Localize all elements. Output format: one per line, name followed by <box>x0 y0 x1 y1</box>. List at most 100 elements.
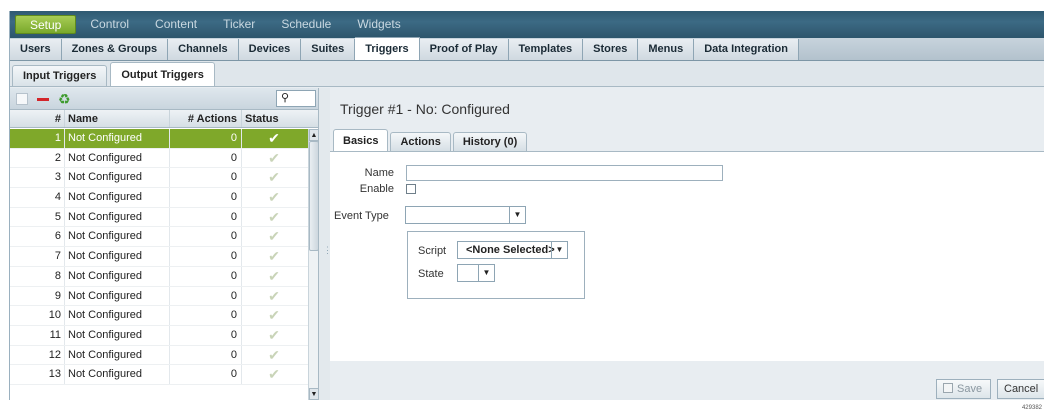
trigger-title: Trigger #1 - No: Configured <box>340 101 510 117</box>
row-actions: 0 <box>170 325 242 345</box>
tab-actions[interactable]: Actions <box>390 132 451 151</box>
row-status: ✔ <box>242 247 306 266</box>
tab-history[interactable]: History (0) <box>452 132 528 151</box>
table-row[interactable]: 4 Not Configured 0 ✔ <box>10 188 308 208</box>
table-row[interactable]: 8 Not Configured 0 ✔ <box>10 266 308 287</box>
col-header-num[interactable]: # <box>10 110 65 127</box>
panel-splitter[interactable]: ⋮ <box>319 88 332 400</box>
col-header-actions[interactable]: # Actions <box>170 110 242 127</box>
tab-input-triggers[interactable]: Input Triggers <box>12 65 108 86</box>
script-select[interactable]: <None Selected> ▼ <box>457 241 568 259</box>
script-value: <None Selected> <box>466 244 555 256</box>
recycle-icon[interactable]: ♻ <box>58 92 71 106</box>
check-icon: ✔ <box>268 366 280 383</box>
row-num: 1 <box>10 129 65 148</box>
tab-devices[interactable]: Devices <box>238 39 302 60</box>
tab-output-triggers[interactable]: Output Triggers <box>110 62 215 86</box>
table-row[interactable]: 1 Not Configured 0 ✔ <box>10 129 308 149</box>
save-button[interactable]: Save <box>936 379 991 399</box>
nav-control[interactable]: Control <box>78 15 141 34</box>
save-icon <box>943 383 953 393</box>
scroll-thumb[interactable] <box>309 141 319 251</box>
app-window: Setup Control Content Ticker Schedule Wi… <box>9 11 1044 400</box>
chevron-down-icon: ▼ <box>551 242 567 258</box>
tab-triggers[interactable]: Triggers <box>355 37 420 60</box>
name-field[interactable] <box>406 165 723 181</box>
save-label: Save <box>957 383 983 395</box>
list-scrollbar[interactable]: ▲ ▼ <box>308 129 319 400</box>
table-row[interactable]: 11 Not Configured 0 ✔ <box>10 325 308 346</box>
row-actions: 0 <box>170 247 242 266</box>
tab-stores[interactable]: Stores <box>583 39 639 60</box>
row-actions: 0 <box>170 266 242 286</box>
tab-proof-of-play[interactable]: Proof of Play <box>419 39 509 60</box>
row-name: Not Configured <box>65 286 170 306</box>
row-actions: 0 <box>170 345 242 365</box>
nav-content[interactable]: Content <box>143 15 209 34</box>
check-icon: ✔ <box>268 307 280 324</box>
nav-schedule[interactable]: Schedule <box>269 15 343 34</box>
tab-zones-groups[interactable]: Zones & Groups <box>61 39 169 60</box>
top-nav: Setup Control Content Ticker Schedule Wi… <box>10 11 1044 38</box>
table-row[interactable]: 5 Not Configured 0 ✔ <box>10 207 308 228</box>
trigger-list-panel: ♻ ⚲ # Name # Actions Status 1 Not Config… <box>10 88 319 400</box>
tab-channels[interactable]: Channels <box>168 39 239 60</box>
col-header-status[interactable]: Status <box>242 110 306 127</box>
trigger-type-tabs: Input Triggers Output Triggers <box>10 61 1044 87</box>
row-num: 8 <box>10 266 65 286</box>
col-header-name[interactable]: Name <box>65 110 170 127</box>
trigger-detail-panel: Trigger #1 - No: Configured Basics Actio… <box>330 88 1044 400</box>
table-header: # Name # Actions Status <box>10 110 318 128</box>
nav-widgets[interactable]: Widgets <box>345 15 412 34</box>
check-icon: ✔ <box>268 326 280 343</box>
row-name: Not Configured <box>65 207 170 227</box>
check-icon: ✔ <box>268 267 280 284</box>
sub-nav: Users Zones & Groups Channels Devices Su… <box>10 37 1044 61</box>
row-name: Not Configured <box>65 247 170 266</box>
tab-basics[interactable]: Basics <box>333 129 389 151</box>
event-type-select[interactable]: ▼ <box>405 206 526 224</box>
scroll-up-icon[interactable]: ▲ <box>309 129 319 141</box>
image-id-label: 429382 <box>1021 405 1042 411</box>
name-label: Name <box>364 167 394 179</box>
tab-data-integration[interactable]: Data Integration <box>694 39 799 60</box>
row-num: 13 <box>10 365 65 384</box>
row-status: ✔ <box>242 227 306 246</box>
row-name: Not Configured <box>65 188 170 207</box>
table-row[interactable]: 13 Not Configured 0 ✔ <box>10 365 308 385</box>
tab-menus[interactable]: Menus <box>638 39 695 60</box>
row-status: ✔ <box>242 326 306 345</box>
table-row[interactable]: 6 Not Configured 0 ✔ <box>10 227 308 248</box>
row-actions: 0 <box>170 129 242 148</box>
scroll-down-icon[interactable]: ▼ <box>309 388 319 400</box>
new-document-icon[interactable] <box>16 92 28 105</box>
check-icon: ✔ <box>268 248 280 265</box>
tab-users[interactable]: Users <box>10 39 62 60</box>
remove-icon[interactable] <box>37 93 49 105</box>
table-row[interactable]: 2 Not Configured 0 ✔ <box>10 148 308 169</box>
row-name: Not Configured <box>65 227 170 247</box>
tab-templates[interactable]: Templates <box>508 39 584 60</box>
row-status: ✔ <box>242 287 306 306</box>
table-row[interactable]: 12 Not Configured 0 ✔ <box>10 345 308 366</box>
row-name: Not Configured <box>65 168 170 188</box>
search-input[interactable]: ⚲ <box>276 90 316 107</box>
row-num: 4 <box>10 188 65 207</box>
check-icon: ✔ <box>268 287 280 304</box>
row-num: 9 <box>10 286 65 306</box>
nav-setup[interactable]: Setup <box>15 15 77 34</box>
event-options-box: Script <None Selected> ▼ State ▼ <box>407 231 585 299</box>
list-toolbar: ♻ ⚲ <box>10 88 318 110</box>
cancel-button[interactable]: Cancel <box>997 379 1044 399</box>
state-select[interactable]: ▼ <box>457 264 495 282</box>
table-row[interactable]: 9 Not Configured 0 ✔ <box>10 286 308 307</box>
row-num: 2 <box>10 148 65 168</box>
nav-ticker[interactable]: Ticker <box>211 15 267 34</box>
table-row[interactable]: 10 Not Configured 0 ✔ <box>10 306 308 326</box>
row-status: ✔ <box>242 168 306 187</box>
check-icon: ✔ <box>268 346 280 363</box>
table-row[interactable]: 3 Not Configured 0 ✔ <box>10 168 308 189</box>
enable-checkbox[interactable] <box>406 184 416 194</box>
tab-suites[interactable]: Suites <box>301 39 356 60</box>
table-row[interactable]: 7 Not Configured 0 ✔ <box>10 247 308 267</box>
